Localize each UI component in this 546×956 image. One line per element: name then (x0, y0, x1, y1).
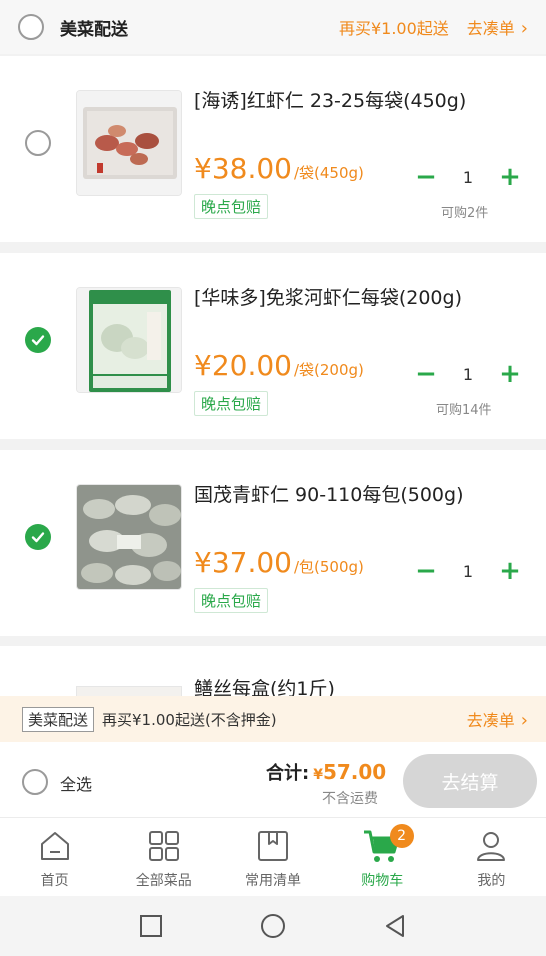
tab-label: 首页 (40, 873, 69, 889)
cart-count-badge: 2 (389, 824, 414, 848)
product-title[interactable]: [海诱]红虾仁 23-25每袋(450g) (194, 86, 466, 113)
guarantee-badge: 晚点包赔 (194, 194, 269, 219)
store-name: 美菜配送 (60, 19, 128, 40)
bottom-tab-bar: 首页 全部菜品 常用清单 2 购物车 我的 (0, 818, 546, 896)
decrease-button[interactable]: − (412, 163, 440, 191)
price-value: ¥20.00 (194, 349, 292, 382)
purchase-limit: 可购2件 (441, 206, 489, 221)
quantity-value[interactable]: 1 (448, 365, 488, 384)
cart-item: [华味多]免浆河虾仁每袋(200g) ¥20.00/袋(200g) 晚点包赔 −… (0, 253, 546, 439)
back-triangle-icon[interactable] (375, 906, 415, 946)
person-icon (471, 826, 511, 866)
store-header: 美菜配送 再买¥1.00起送 去凑单 › (0, 0, 546, 54)
quantity-stepper: − 1 + (412, 357, 524, 391)
item-checked-icon[interactable] (25, 327, 51, 353)
recent-apps-icon[interactable] (131, 906, 171, 946)
home-circle-icon[interactable] (253, 906, 293, 946)
product-title[interactable]: 国茂青虾仁 90-110每包(500g) (194, 480, 464, 507)
cart-item: 国茂青虾仁 90-110每包(500g) ¥37.00/包(500g) 晚点包赔… (0, 450, 546, 636)
go-add-link[interactable]: 去凑单 › (467, 15, 528, 39)
guarantee-badge: 晚点包赔 (194, 391, 269, 416)
quantity-value[interactable]: 1 (448, 168, 488, 187)
product-image[interactable] (76, 287, 182, 393)
store-tag: 美菜配送 (22, 706, 95, 732)
notice-message: 再买¥1.00起送(不含押金) (102, 710, 277, 729)
total-amount: 57.00 (322, 760, 387, 784)
product-title[interactable]: 鳝丝每盒(约1斤) (194, 674, 335, 696)
go-add-label: 去凑单 (466, 711, 515, 730)
quantity-stepper: − 1 + (412, 554, 524, 588)
price-value: ¥37.00 (194, 546, 292, 579)
currency-symbol: ¥ (313, 767, 323, 783)
tab-common-list[interactable]: 常用清单 (218, 818, 327, 896)
guarantee-badge: 晚点包赔 (194, 588, 269, 613)
tab-label: 常用清单 (245, 873, 301, 889)
go-add-link[interactable]: 去凑单 › (467, 707, 528, 731)
decrease-button[interactable]: − (412, 557, 440, 585)
increase-button[interactable]: + (496, 360, 524, 388)
store-header-actions: 再买¥1.00起送 去凑单 › (339, 15, 528, 39)
total-label: 合计: (266, 763, 310, 784)
quantity-stepper: − 1 + (412, 160, 524, 194)
tab-cart[interactable]: 2 购物车 (328, 818, 437, 896)
tab-label: 购物车 (361, 873, 404, 889)
select-all-label[interactable]: 全选 (60, 771, 92, 795)
chevron-right-icon: › (520, 710, 528, 731)
checkout-button[interactable]: 去结算 (403, 754, 537, 808)
price-unit: /包(500g) (293, 558, 364, 576)
checkout-bar: 全选 合计: ¥57.00 不含运费 去结算 (0, 742, 546, 818)
purchase-limit: 可购14件 (436, 403, 492, 418)
price-value: ¥38.00 (194, 152, 292, 185)
quantity-value[interactable]: 1 (448, 562, 488, 581)
go-add-label: 去凑单 (466, 19, 515, 38)
tab-label: 全部菜品 (135, 873, 192, 889)
increase-button[interactable]: + (496, 557, 524, 585)
tab-home[interactable]: 首页 (0, 818, 109, 896)
product-price: ¥38.00/袋(450g) (194, 152, 364, 185)
tab-all-dishes[interactable]: 全部菜品 (109, 818, 218, 896)
store-select-radio[interactable] (18, 14, 44, 40)
increase-button[interactable]: + (496, 163, 524, 191)
tab-mine[interactable]: 我的 (437, 818, 546, 896)
total-price: 合计: ¥57.00 (266, 759, 386, 785)
product-title[interactable]: [华味多]免浆河虾仁每袋(200g) (194, 283, 462, 310)
grid-icon (144, 826, 184, 866)
cart-item: [海诱]红虾仁 23-25每袋(450g) ¥38.00/袋(450g) 晚点包… (0, 56, 546, 242)
min-order-notice: 美菜配送 再买¥1.00起送(不含押金) 去凑单 › (0, 696, 546, 742)
shipping-note: 不含运费 (322, 791, 378, 807)
product-image[interactable] (76, 484, 182, 590)
product-image[interactable] (76, 686, 182, 696)
decrease-button[interactable]: − (412, 360, 440, 388)
select-all-radio[interactable] (22, 769, 48, 795)
item-checked-icon[interactable] (25, 524, 51, 550)
product-price: ¥20.00/袋(200g) (194, 349, 364, 382)
price-unit: /袋(200g) (293, 361, 364, 379)
min-order-text: 再买¥1.00起送 (338, 19, 449, 38)
cart-item-partial: 鳝丝每盒(约1斤) (0, 646, 546, 696)
chevron-right-icon: › (520, 18, 528, 39)
price-unit: /袋(450g) (293, 164, 364, 182)
item-select-radio[interactable] (25, 130, 51, 156)
system-nav-bar (0, 896, 546, 956)
tab-label: 我的 (477, 873, 506, 889)
home-icon (35, 826, 75, 866)
bookmark-list-icon (253, 826, 293, 866)
product-image[interactable] (76, 90, 182, 196)
product-price: ¥37.00/包(500g) (194, 546, 364, 579)
